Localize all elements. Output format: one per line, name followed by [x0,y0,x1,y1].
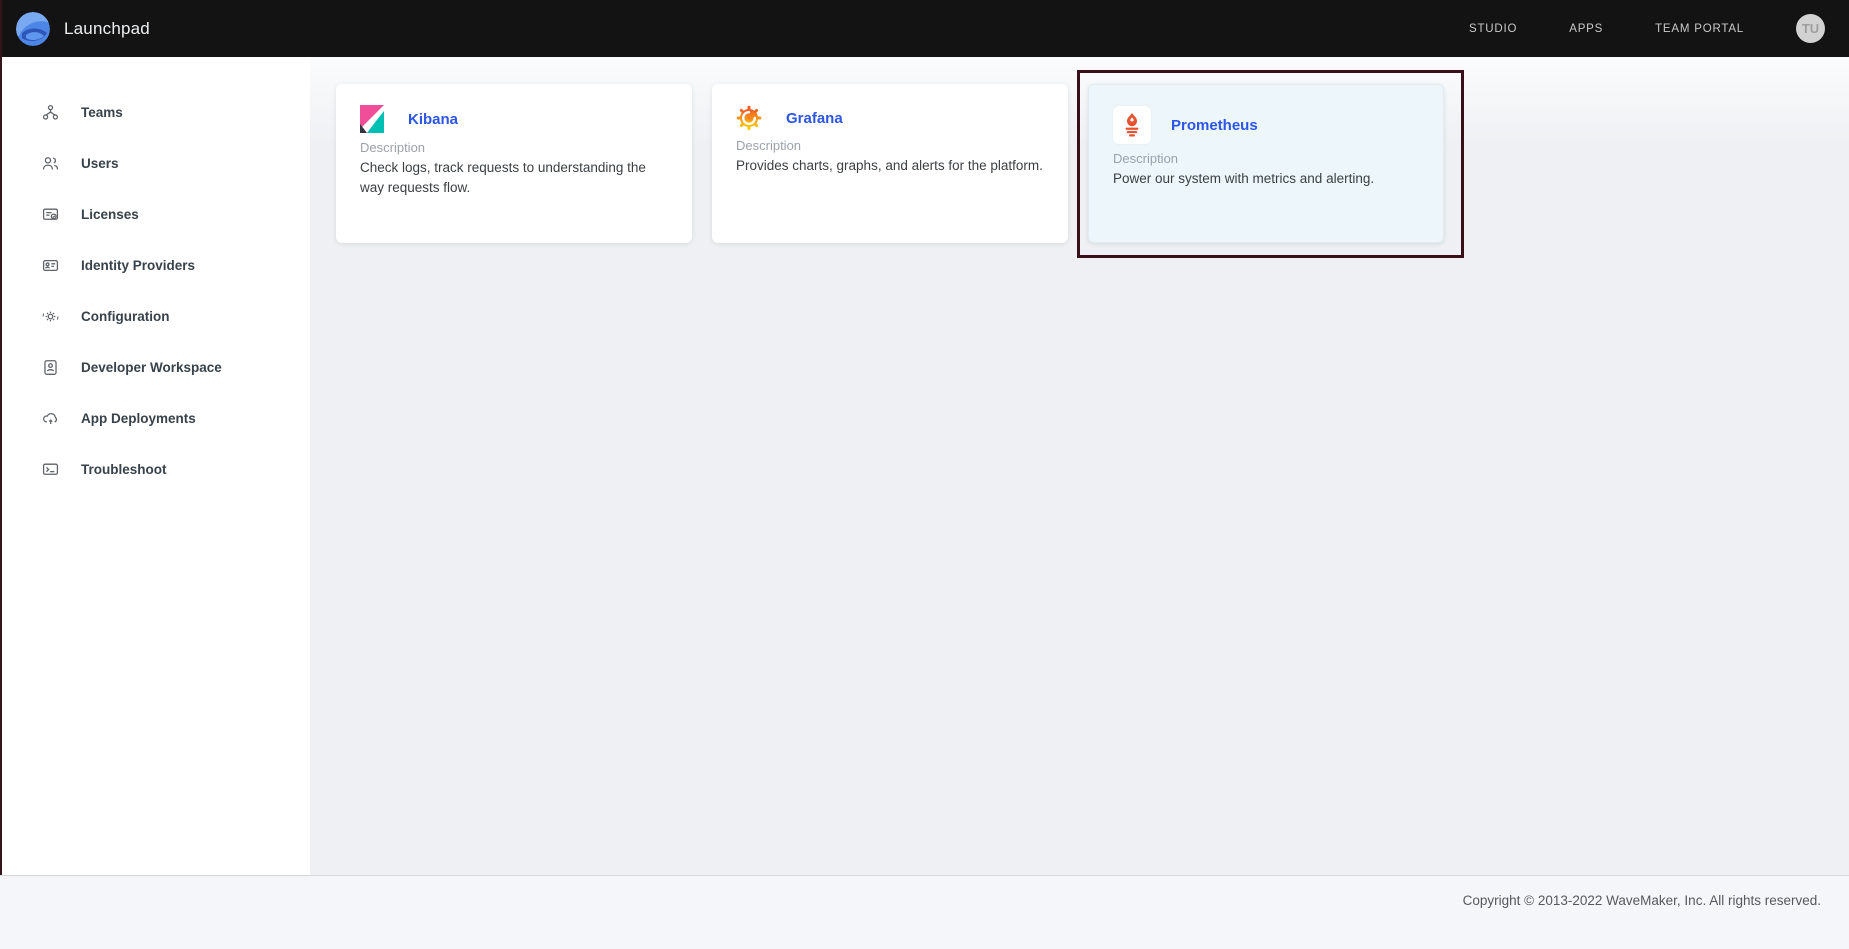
main-content: Kibana Description Check logs, track req… [310,57,1849,875]
card-description-label: Description [736,138,1044,153]
sidebar-item-label: Identity Providers [81,258,195,273]
nav-apps[interactable]: APPS [1569,23,1603,35]
sidebar-item-identity-providers[interactable]: Identity Providers [0,240,310,291]
sidebar-item-users[interactable]: Users [0,138,310,189]
sidebar-item-developer-workspace[interactable]: Developer Workspace [0,342,310,393]
prometheus-logo-icon [1121,112,1143,138]
card-description-label: Description [360,140,668,155]
user-avatar[interactable]: TU [1796,14,1825,43]
sidebar-item-label: App Deployments [81,411,196,426]
licenses-icon [42,206,59,223]
identity-providers-icon [42,257,59,274]
card-description: Power our system with metrics and alerti… [1113,169,1419,189]
card-title: Grafana [786,110,843,127]
app-card-grafana[interactable]: Grafana Description Provides charts, gra… [712,84,1068,243]
card-title: Prometheus [1171,117,1258,134]
card-title: Kibana [408,111,458,128]
sidebar-item-label: Teams [81,105,123,120]
sidebar-item-label: Licenses [81,207,139,222]
nav-studio[interactable]: STUDIO [1469,23,1517,35]
app-card-prometheus[interactable]: Prometheus Description Power our system … [1088,84,1444,243]
window-left-edge [0,0,2,875]
card-description: Provides charts, graphs, and alerts for … [736,156,1044,176]
teams-icon [42,104,59,121]
sidebar-item-label: Configuration [81,309,169,324]
card-description-label: Description [1113,151,1419,166]
grafana-logo-icon [736,105,762,131]
developer-workspace-icon [42,359,59,376]
app-deployments-icon [42,410,59,427]
sidebar: Teams Users Licenses [0,57,310,875]
sidebar-item-configuration[interactable]: Configuration [0,291,310,342]
users-icon [42,155,59,172]
sidebar-item-troubleshoot[interactable]: Troubleshoot [0,444,310,495]
sidebar-item-teams[interactable]: Teams [0,87,310,138]
top-header: Launchpad STUDIO APPS TEAM PORTAL TU [0,0,1849,57]
sidebar-item-label: Developer Workspace [81,360,222,375]
footer: Copyright © 2013-2022 WaveMaker, Inc. Al… [0,875,1849,949]
sidebar-item-licenses[interactable]: Licenses [0,189,310,240]
sidebar-item-label: Troubleshoot [81,462,167,477]
nav-team-portal[interactable]: TEAM PORTAL [1655,23,1744,35]
app-card-kibana[interactable]: Kibana Description Check logs, track req… [336,84,692,243]
prometheus-logo-tile [1113,106,1151,144]
copyright-text: Copyright © 2013-2022 WaveMaker, Inc. Al… [1463,893,1821,908]
app-title: Launchpad [64,19,150,39]
sidebar-item-app-deployments[interactable]: App Deployments [0,393,310,444]
card-description: Check logs, track requests to understand… [360,158,668,197]
sidebar-item-label: Users [81,156,119,171]
wavemaker-logo-icon [16,12,50,46]
kibana-logo-icon [360,105,384,133]
configuration-icon [42,308,59,325]
troubleshoot-icon [42,461,59,478]
